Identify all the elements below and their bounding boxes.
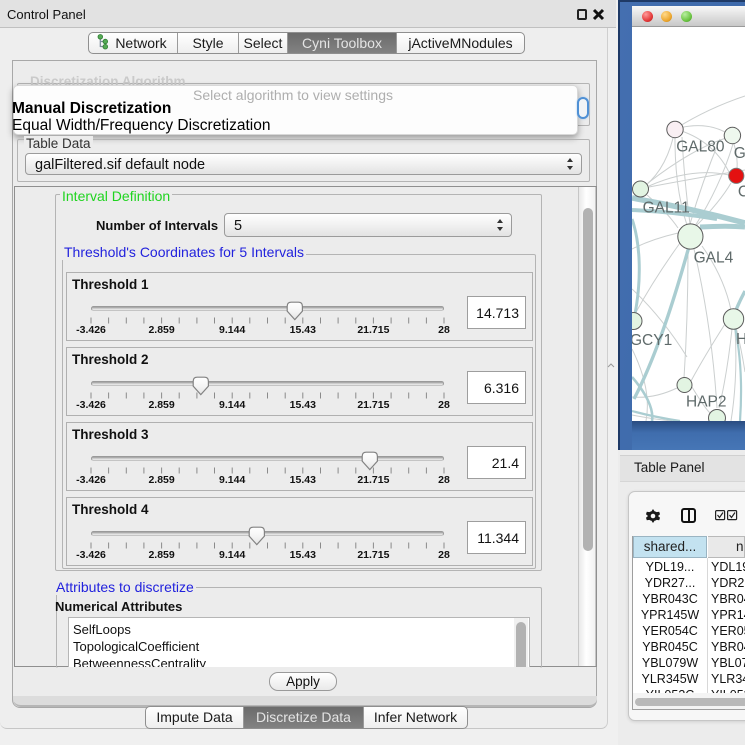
svg-text:GA: GA bbox=[734, 145, 745, 162]
svg-text:GAL80: GAL80 bbox=[676, 139, 725, 156]
svg-text:CD: CD bbox=[738, 184, 745, 201]
svg-text:HAP2: HAP2 bbox=[686, 394, 727, 411]
svg-text:GAL11: GAL11 bbox=[643, 200, 690, 217]
svg-text:HA: HA bbox=[736, 331, 745, 348]
svg-text:GCY1: GCY1 bbox=[632, 332, 672, 349]
svg-text:GAL4: GAL4 bbox=[694, 250, 734, 267]
